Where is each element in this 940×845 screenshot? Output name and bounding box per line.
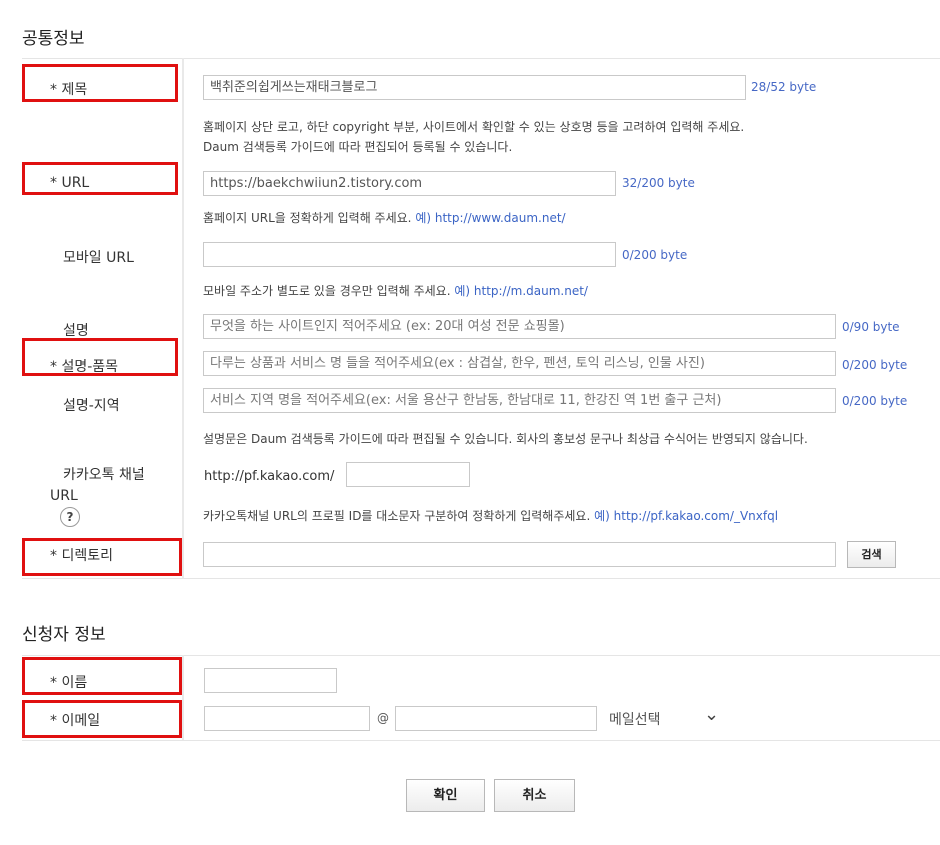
cancel-button[interactable]: 취소: [494, 779, 575, 812]
title-input[interactable]: 백취준의쉽게쓰는재태크블로그: [203, 75, 746, 100]
description-help: 설명문은 Daum 검색등록 가이드에 따라 편집될 수 있습니다. 회사의 홍…: [203, 432, 808, 446]
email-label: * 이메일: [50, 713, 101, 729]
section-title-applicant: 신청자 정보: [22, 625, 106, 645]
applicant-top-divider: [22, 655, 940, 656]
mobile-url-input[interactable]: [203, 242, 616, 267]
url-help-text: 홈페이지 URL을 정확하게 입력해 주세요.: [203, 211, 412, 225]
section-title-common: 공통정보: [22, 29, 85, 49]
title-byte-count: 28/52 byte: [751, 80, 817, 94]
desc-item-byte-count: 0/200 byte: [842, 358, 908, 372]
directory-input[interactable]: [203, 542, 836, 567]
label-column-divider: [182, 58, 184, 578]
kakao-help: 카카오톡채널 URL의 프로필 ID를 대소문자 구분하여 정확하게 입력해주세…: [203, 507, 778, 524]
mobile-url-label: 모바일 URL: [63, 250, 134, 266]
name-label-highlight: [22, 657, 182, 695]
description-byte-count: 0/90 byte: [842, 320, 900, 334]
email-select-label: 메일선택: [609, 712, 661, 728]
url-label-highlight: [22, 162, 178, 195]
mobile-help-text: 모바일 주소가 별도로 있을 경우만 입력해 주세요.: [203, 284, 451, 298]
kakao-channel-input[interactable]: [346, 462, 470, 487]
url-help: 홈페이지 URL을 정확하게 입력해 주세요. 예) http://www.da…: [203, 209, 566, 226]
desc-region-label: 설명-지역: [63, 398, 120, 414]
desc-region-byte-count: 0/200 byte: [842, 394, 908, 408]
url-example-link[interactable]: 예) http://www.daum.net/: [415, 211, 565, 225]
desc-region-input[interactable]: 서비스 지역 명을 적어주세요(ex: 서울 용산구 한남동, 한남대로 11,…: [203, 388, 836, 413]
email-label-highlight: [22, 700, 182, 738]
title-label: * 제목: [50, 82, 88, 98]
email-local-input[interactable]: [204, 706, 370, 731]
directory-label: * 디렉토리: [50, 548, 113, 564]
title-label-highlight: [22, 64, 178, 102]
section-top-divider: [22, 58, 940, 59]
applicant-bottom-divider: [22, 740, 940, 741]
description-label: 설명: [63, 323, 89, 339]
section-bottom-divider: [22, 578, 940, 579]
applicant-label-column-divider: [182, 655, 184, 740]
kakao-help-text: 카카오톡채널 URL의 프로필 ID를 대소문자 구분하여 정확하게 입력해주세…: [203, 509, 591, 523]
url-byte-count: 32/200 byte: [622, 176, 695, 190]
desc-item-label: * 설명-품목: [50, 359, 119, 375]
mobile-example-link[interactable]: 예) http://m.daum.net/: [454, 284, 588, 298]
url-label: * URL: [50, 175, 90, 191]
chevron-down-icon: ⌄: [704, 704, 720, 725]
kakao-example-link[interactable]: 예) http://pf.kakao.com/_Vnxfql: [594, 509, 778, 523]
directory-search-button[interactable]: 검색: [847, 541, 896, 568]
name-input[interactable]: [204, 668, 337, 693]
email-domain-select[interactable]: 메일선택 ⌄: [604, 704, 722, 732]
email-domain-input[interactable]: [395, 706, 597, 731]
kakao-label-line-2: URL: [50, 488, 78, 504]
email-at-sign: @: [377, 711, 389, 725]
mobile-url-byte-count: 0/200 byte: [622, 248, 688, 262]
confirm-button[interactable]: 확인: [406, 779, 485, 812]
description-input[interactable]: 무엇을 하는 사이트인지 적어주세요 (ex: 20대 여성 전문 쇼핑몰): [203, 314, 836, 339]
mobile-url-help: 모바일 주소가 별도로 있을 경우만 입력해 주세요. 예) http://m.…: [203, 282, 588, 299]
title-help-line-1: 홈페이지 상단 로고, 하단 copyright 부분, 사이트에서 확인할 수…: [203, 120, 745, 134]
desc-item-input[interactable]: 다루는 상품과 서비스 명 들을 적어주세요(ex : 삼겹살, 한우, 펜션,…: [203, 351, 836, 376]
kakao-url-prefix: http://pf.kakao.com/: [204, 469, 335, 484]
title-help-line-2: Daum 검색등록 가이드에 따라 편집되어 등록될 수 있습니다.: [203, 140, 513, 154]
help-icon[interactable]: ?: [60, 507, 80, 527]
url-input[interactable]: https://baekchwiiun2.tistory.com: [203, 171, 616, 196]
kakao-label-line-1: 카카오톡 채널: [63, 467, 145, 483]
name-label: * 이름: [50, 675, 88, 691]
